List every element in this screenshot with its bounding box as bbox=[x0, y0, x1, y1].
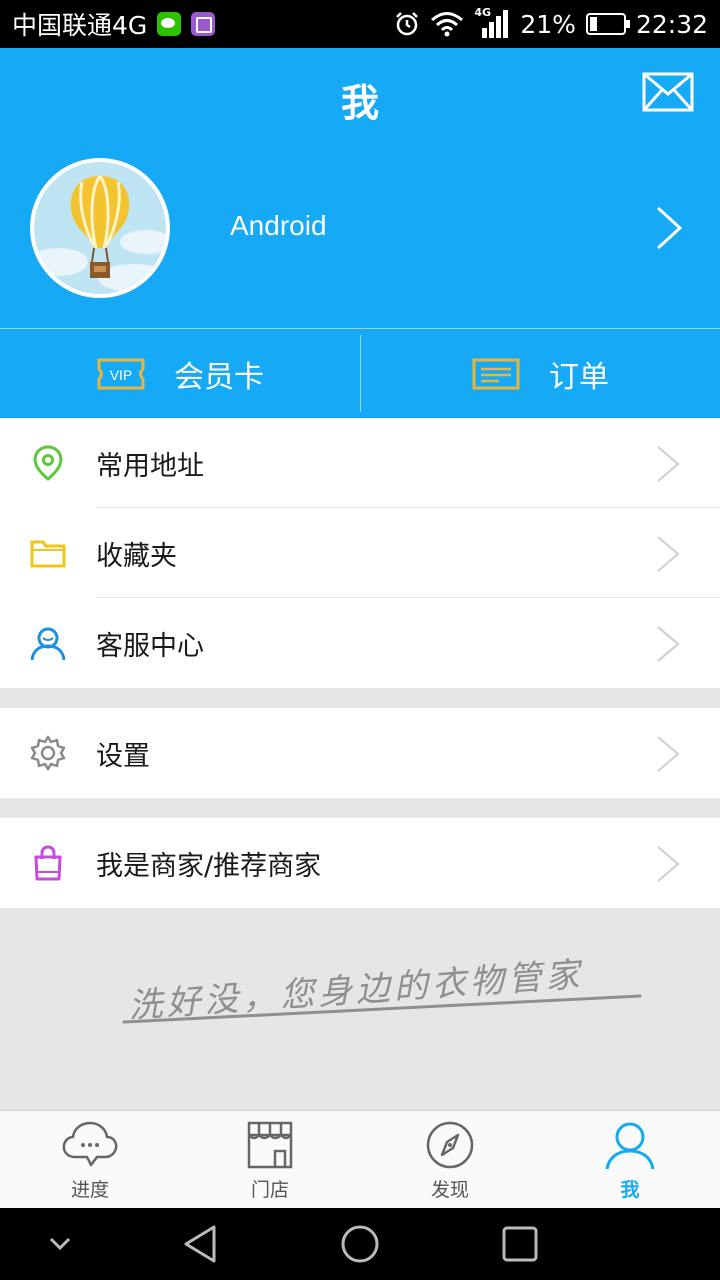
orders-label: 订单 bbox=[549, 359, 609, 395]
page-title: 我 bbox=[340, 81, 379, 125]
member-card-button[interactable]: VIP 会员卡 bbox=[0, 329, 360, 418]
tab-discover[interactable]: 发现 bbox=[360, 1111, 540, 1208]
person-icon bbox=[605, 1122, 655, 1170]
slogan-text: 洗好没，您身边的衣物管家 bbox=[127, 955, 585, 1027]
menu-group-settings: 设置 bbox=[0, 708, 720, 798]
signal-icon bbox=[482, 10, 509, 38]
system-nav-bar bbox=[0, 1208, 720, 1280]
slogan: 洗好没，您身边的衣物管家 bbox=[122, 955, 642, 1027]
location-pin-icon bbox=[33, 445, 63, 481]
status-bar: 中国联通4G 4G 21% 22:32 bbox=[0, 0, 720, 48]
menu-label: 常用地址 bbox=[96, 450, 204, 482]
menu-label: 我是商家/推荐商家 bbox=[96, 850, 322, 882]
mail-icon[interactable] bbox=[642, 72, 694, 112]
menu-item-favorites[interactable]: 收藏夹 bbox=[0, 508, 720, 598]
recent-apps-icon[interactable] bbox=[502, 1226, 538, 1262]
menu-label: 客服中心 bbox=[96, 630, 204, 662]
tab-me[interactable]: 我 bbox=[540, 1111, 720, 1208]
orders-button[interactable]: 订单 bbox=[360, 329, 720, 418]
folder-icon bbox=[30, 540, 66, 568]
menu-item-address[interactable]: 常用地址 bbox=[0, 418, 720, 508]
wifi-icon bbox=[431, 12, 464, 37]
chevron-right-icon bbox=[657, 846, 680, 882]
username: Android bbox=[230, 210, 327, 241]
profile-header: 我 Android VIP 会员卡 订单 bbox=[0, 48, 720, 418]
menu-item-merchant[interactable]: 我是商家/推荐商家 bbox=[0, 818, 720, 908]
order-icon bbox=[472, 358, 520, 389]
shopping-bag-icon bbox=[34, 845, 62, 881]
back-icon[interactable] bbox=[182, 1224, 218, 1264]
home-icon[interactable] bbox=[340, 1224, 380, 1264]
chevron-right-icon bbox=[657, 736, 680, 772]
chevron-right-icon bbox=[656, 206, 683, 250]
bottom-tab-bar: 进度 门店 发现 我 bbox=[0, 1110, 720, 1208]
gear-icon bbox=[30, 735, 66, 771]
vip-card-icon: VIP bbox=[97, 358, 145, 389]
quick-actions: VIP 会员卡 订单 bbox=[0, 329, 720, 418]
vip-badge-text: VIP bbox=[110, 367, 133, 383]
hide-keyboard-icon[interactable] bbox=[48, 1236, 72, 1252]
tab-stores[interactable]: 门店 bbox=[180, 1111, 360, 1208]
chevron-right-icon bbox=[657, 446, 680, 482]
tab-label: 发现 bbox=[430, 1179, 469, 1201]
tab-label: 我 bbox=[620, 1179, 640, 1201]
menu-item-settings[interactable]: 设置 bbox=[0, 708, 720, 798]
storefront-icon bbox=[247, 1121, 293, 1169]
chevron-right-icon bbox=[657, 626, 680, 662]
tab-progress[interactable]: 进度 bbox=[0, 1111, 180, 1208]
compass-icon bbox=[426, 1121, 474, 1169]
wechat-icon bbox=[157, 12, 182, 36]
menu-label: 设置 bbox=[96, 740, 150, 772]
alarm-icon bbox=[396, 12, 419, 36]
menu-item-customer-service[interactable]: 客服中心 bbox=[0, 598, 720, 688]
carrier-label: 中国联通4G bbox=[12, 11, 148, 40]
chevron-right-icon bbox=[657, 536, 680, 572]
customer-service-icon bbox=[30, 627, 66, 661]
gallery-icon bbox=[191, 12, 216, 36]
member-card-label: 会员卡 bbox=[174, 359, 264, 395]
battery-percent: 21% bbox=[520, 9, 576, 39]
tab-label: 进度 bbox=[70, 1179, 109, 1201]
tab-label: 门店 bbox=[250, 1179, 289, 1201]
battery-icon bbox=[585, 13, 630, 35]
clock: 22:32 bbox=[635, 9, 708, 39]
profile-row[interactable]: Android bbox=[0, 158, 720, 308]
chat-cloud-icon bbox=[62, 1121, 118, 1167]
hot-air-balloon-avatar[interactable] bbox=[30, 158, 170, 298]
menu-label: 收藏夹 bbox=[96, 540, 177, 572]
battery-level bbox=[589, 17, 597, 31]
menu-group-main: 常用地址 收藏夹 客服中心 bbox=[0, 418, 720, 688]
menu-group-merchant: 我是商家/推荐商家 bbox=[0, 818, 720, 908]
